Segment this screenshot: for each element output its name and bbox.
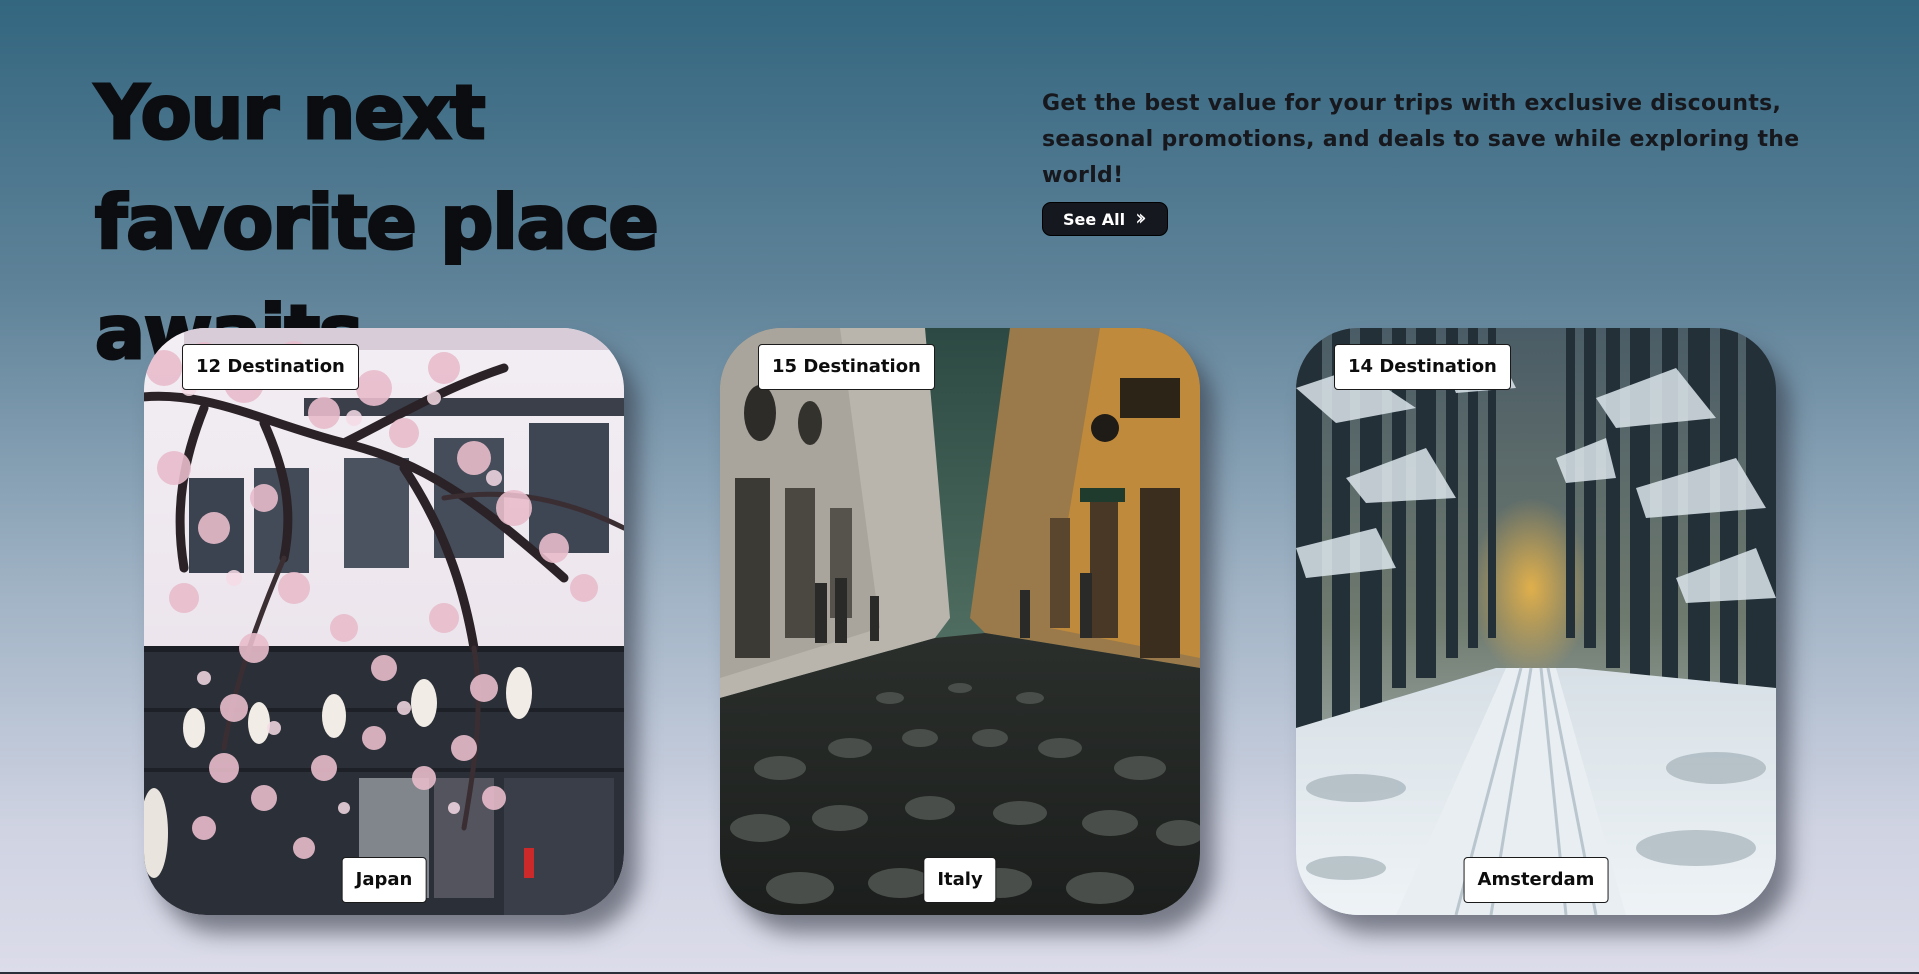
destination-card-italy[interactable]: 15 Destination Italy <box>720 328 1200 915</box>
destination-count-badge: 14 Destination <box>1334 344 1511 390</box>
destination-count-badge: 15 Destination <box>758 344 935 390</box>
destination-name-label: Japan <box>341 857 427 903</box>
double-chevron-right-icon: ›› <box>1135 206 1146 231</box>
destination-name-label: Italy <box>923 857 997 903</box>
destination-name-label: Amsterdam <box>1463 857 1609 903</box>
cobblestone-street-image <box>720 328 1200 915</box>
hero-description: Get the best value for your trips with e… <box>1042 91 1800 188</box>
hero-intro: Get the best value for your trips with e… <box>1042 86 1842 236</box>
destination-card-japan[interactable]: 12 Destination Japan <box>144 328 624 915</box>
destination-card-amsterdam[interactable]: 14 Destination Amsterdam <box>1296 328 1776 915</box>
see-all-button[interactable]: See All ›› <box>1042 202 1168 236</box>
see-all-label: See All <box>1063 209 1126 229</box>
snowy-forest-road-image <box>1296 328 1776 915</box>
destination-count-badge: 12 Destination <box>182 344 359 390</box>
cherry-blossom-street-image <box>144 328 624 915</box>
